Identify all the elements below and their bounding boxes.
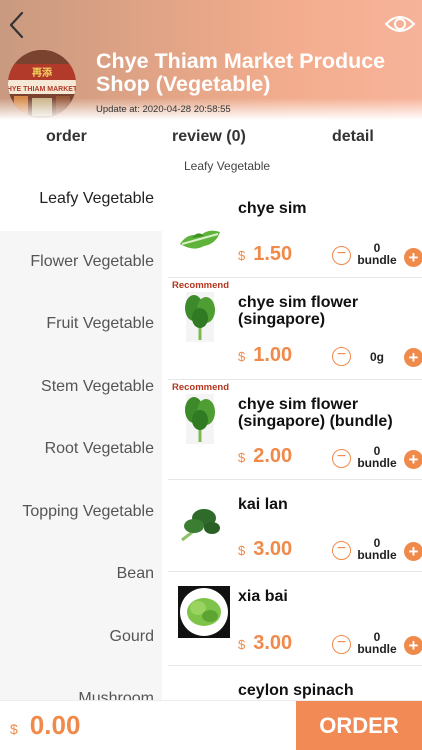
recommend-badge: Recommend [172, 280, 230, 291]
product-price: $ 2.00 [238, 445, 293, 467]
product-price: $ 1.50 [238, 243, 293, 265]
product-item[interactable]: Recommend chye sim flower (singapore) (b… [168, 380, 422, 480]
category-mushroom[interactable]: Mushroom [0, 668, 162, 700]
category-sidebar[interactable]: Leafy Vegetable Flower Vegetable Fruit V… [0, 168, 162, 700]
tab-review[interactable]: review (0) [172, 128, 246, 146]
category-stem-vegetable[interactable]: Stem Vegetable [0, 356, 162, 419]
chevron-left-icon [9, 11, 24, 39]
increase-quantity-button[interactable]: + [404, 636, 422, 655]
product-item[interactable]: ceylon spinach [168, 666, 422, 700]
category-leafy-vegetable[interactable]: Leafy Vegetable [0, 168, 162, 231]
category-root-vegetable[interactable]: Root Vegetable [0, 418, 162, 481]
category-flower-vegetable[interactable]: Flower Vegetable [0, 231, 162, 294]
category-fruit-vegetable[interactable]: Fruit Vegetable [0, 293, 162, 356]
quantity-display: 0 bundle [357, 444, 397, 470]
product-image [178, 394, 222, 444]
product-name: ceylon spinach [238, 682, 354, 699]
recommend-badge: Recommend [172, 382, 230, 393]
product-image [178, 292, 222, 342]
category-gourd[interactable]: Gourd [0, 606, 162, 669]
decrease-quantity-button[interactable]: − [332, 347, 351, 366]
quantity-display: 0 bundle [357, 536, 397, 562]
product-name: kai lan [238, 496, 288, 513]
quantity-display: 0 bundle [357, 241, 397, 267]
view-toggle-button[interactable] [384, 12, 416, 36]
cart-total: $ 0.00 [10, 710, 81, 740]
quantity-display: 0g [369, 350, 385, 364]
decrease-quantity-button[interactable]: − [332, 449, 351, 468]
tab-detail[interactable]: detail [332, 128, 374, 146]
product-name: chye sim flower (singapore) (bundle) [238, 396, 393, 430]
product-image [178, 586, 230, 638]
product-item[interactable]: Recommend chye sim flower (singapore) $ … [168, 278, 422, 380]
section-title: Leafy Vegetable [184, 159, 271, 173]
increase-quantity-button[interactable]: + [404, 450, 422, 469]
shop-name: Chye Thiam Market Produce Shop (Vegetabl… [96, 49, 386, 96]
quantity-display: 0 bundle [357, 630, 397, 656]
cart-footer: $ 0.00 ORDER [0, 700, 422, 750]
product-item[interactable]: chye sim $ 1.50 − 0 bundle + [168, 190, 422, 278]
product-item[interactable]: kai lan $ 3.00 − 0 bundle + [168, 480, 422, 572]
category-bean[interactable]: Bean [0, 543, 162, 606]
order-button[interactable]: ORDER [296, 701, 422, 750]
svg-text:HYE THIAM MARKET: HYE THIAM MARKET [8, 86, 76, 93]
product-name: chye sim flower (singapore) [238, 294, 359, 328]
product-name: xia bai [238, 588, 288, 605]
product-price: $ 3.00 [238, 632, 293, 654]
product-name: chye sim [238, 200, 307, 217]
increase-quantity-button[interactable]: + [404, 542, 422, 561]
tab-order[interactable]: order [46, 128, 87, 146]
product-item[interactable]: xia bai $ 3.00 − 0 bundle + [168, 572, 422, 666]
svg-text:再添: 再添 [32, 66, 53, 79]
product-price: $ 1.00 [238, 344, 293, 366]
category-topping-vegetable[interactable]: Topping Vegetable [0, 481, 162, 544]
shop-header: 再添 HYE THIAM MARKET Chye Thiam Market Pr… [0, 0, 422, 120]
product-image [178, 500, 222, 550]
product-price: $ 3.00 [238, 538, 293, 560]
decrease-quantity-button[interactable]: − [332, 541, 351, 560]
product-image [178, 210, 222, 260]
increase-quantity-button[interactable]: + [404, 248, 422, 267]
decrease-quantity-button[interactable]: − [332, 635, 351, 654]
update-timestamp: Update at: 2020-04-28 20:58:55 [96, 104, 231, 115]
tab-bar: order review (0) detail [0, 124, 422, 152]
increase-quantity-button[interactable]: + [404, 348, 422, 367]
eye-icon [384, 16, 416, 32]
back-button[interactable] [4, 10, 30, 40]
decrease-quantity-button[interactable]: − [332, 246, 351, 265]
product-list[interactable]: Leafy Vegetable chye sim $ 1.50 − 0 bund… [162, 150, 422, 700]
